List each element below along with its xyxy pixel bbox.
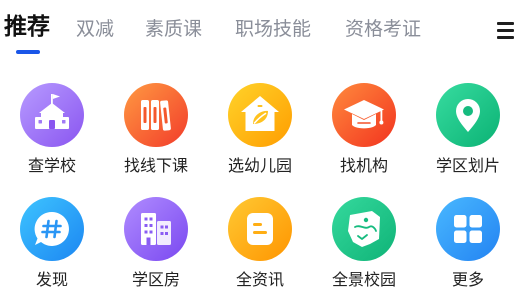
grid-item-label: 找线下课 <box>123 156 188 175</box>
grid-item-label: 学区房 <box>131 270 180 289</box>
grid-item-label: 发现 <box>35 270 68 289</box>
grid-item-choose-kindergarten[interactable]: 选幼儿园 <box>208 80 312 190</box>
grid-item-find-offline-courses[interactable]: 找线下课 <box>104 80 208 190</box>
grid-item-discover[interactable]: 发现 <box>0 194 104 304</box>
grid-item-label: 找机构 <box>339 156 388 175</box>
news-note-icon <box>228 197 292 261</box>
active-tab-indicator <box>16 50 40 54</box>
tab-workplace-skills[interactable]: 职场技能 <box>235 15 311 43</box>
grid-item-school-district-housing[interactable]: 学区房 <box>104 194 208 304</box>
feature-grid: 查学校 找线下课 选幼儿园 找机构 学区划片 发现 学区房 全资讯 全景校园 更… <box>0 80 520 306</box>
grid-item-find-school[interactable]: 查学校 <box>0 80 104 190</box>
grid-item-school-district[interactable]: 学区划片 <box>416 80 520 190</box>
grid-item-all-news[interactable]: 全资讯 <box>208 194 312 304</box>
school-building-icon <box>20 83 84 147</box>
grid-item-label: 全资讯 <box>235 270 284 289</box>
grid-item-label: 查学校 <box>27 156 76 175</box>
grid-item-label: 选幼儿园 <box>227 156 292 175</box>
hashtag-bubble-icon <box>20 197 84 261</box>
grid-apps-icon <box>436 197 500 261</box>
grid-item-label: 更多 <box>451 270 484 289</box>
grid-item-find-institution[interactable]: 找机构 <box>312 80 416 190</box>
location-pin-icon <box>436 83 500 147</box>
grid-item-panoramic-campus[interactable]: 全景校园 <box>312 194 416 304</box>
hamburger-menu-icon[interactable] <box>495 20 517 40</box>
tab-certification-exams[interactable]: 资格考证 <box>345 15 421 43</box>
category-tab-bar: 推荐 双减 素质课 职场技能 资格考证 <box>0 0 520 62</box>
graduation-cap-icon <box>332 83 396 147</box>
grid-item-label: 学区划片 <box>435 156 500 175</box>
panorama-map-icon <box>332 197 396 261</box>
tab-double-reduction[interactable]: 双减 <box>76 15 114 43</box>
tab-recommended[interactable]: 推荐 <box>4 13 50 41</box>
tab-quality-courses[interactable]: 素质课 <box>145 15 202 43</box>
kindergarten-house-icon <box>228 83 292 147</box>
grid-item-more[interactable]: 更多 <box>416 194 520 304</box>
books-icon <box>124 83 188 147</box>
grid-item-label: 全景校园 <box>331 270 396 289</box>
apartment-buildings-icon <box>124 197 188 261</box>
